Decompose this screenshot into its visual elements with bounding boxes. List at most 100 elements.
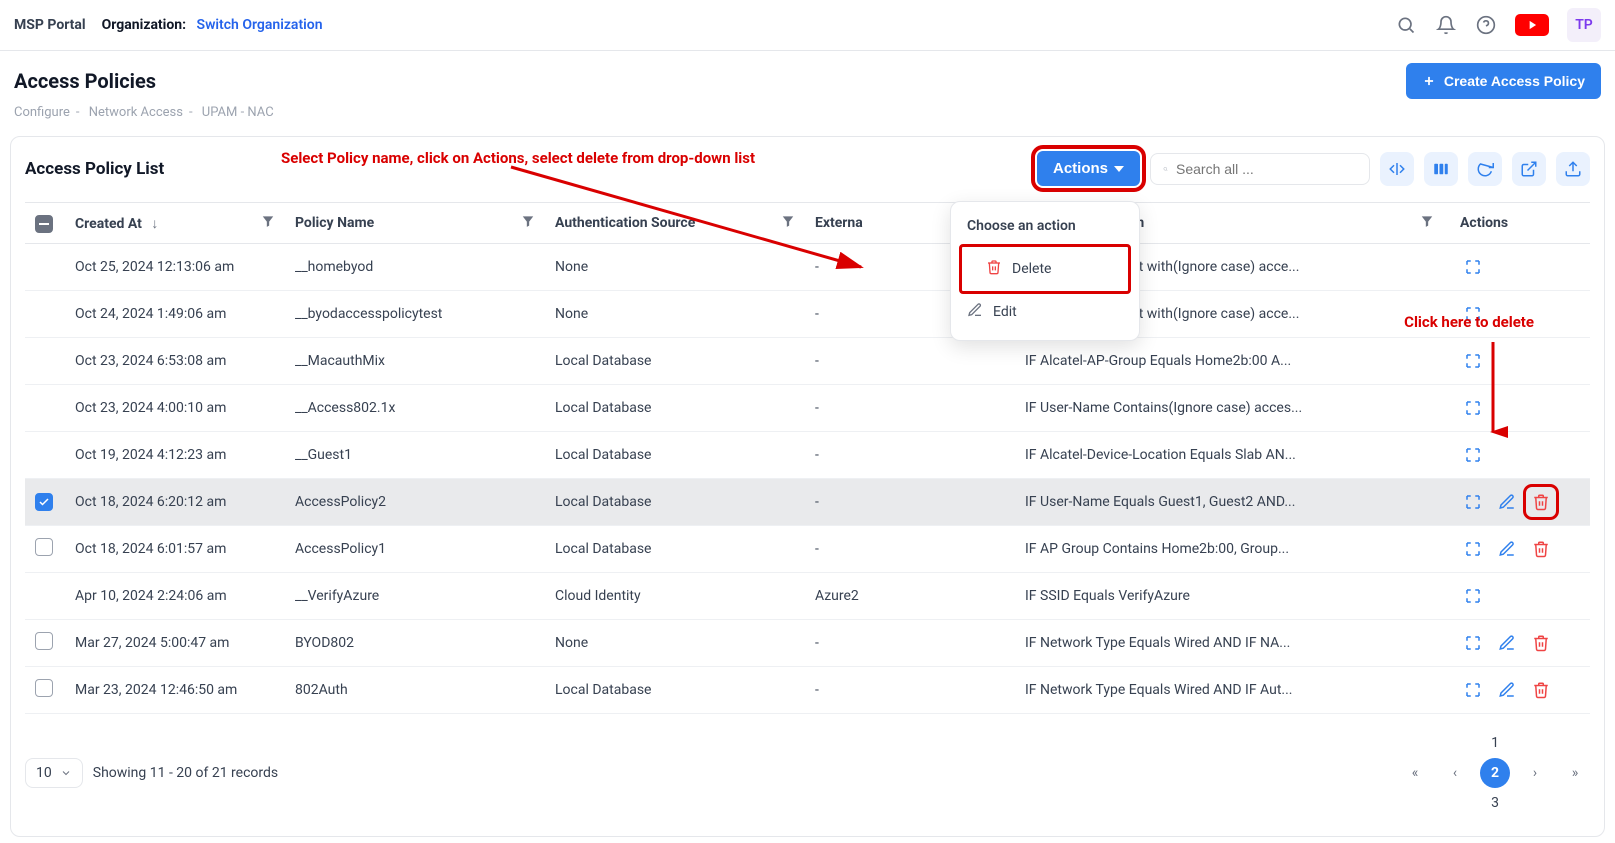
refresh-icon[interactable] <box>1468 152 1502 186</box>
page-next[interactable]: › <box>1520 758 1550 788</box>
delete-icon[interactable] <box>1528 489 1554 515</box>
table-row[interactable]: Oct 24, 2024 1:49:06 am__byodaccesspolic… <box>25 291 1590 338</box>
expand-icon[interactable] <box>1460 677 1486 703</box>
columns-icon[interactable] <box>1424 152 1458 186</box>
expand-icon[interactable] <box>1460 583 1486 609</box>
table-row[interactable]: Apr 10, 2024 2:24:06 am__VerifyAzureClou… <box>25 573 1590 620</box>
filter-icon[interactable] <box>521 214 535 232</box>
cell-external: - <box>805 620 1015 667</box>
edit-icon[interactable] <box>1494 677 1520 703</box>
policy-table: Created At ↓ Policy Name Authentication … <box>25 202 1590 714</box>
cell-created: Apr 10, 2024 2:24:06 am <box>65 573 285 620</box>
table-row[interactable]: Mar 23, 2024 12:46:50 am802AuthLocal Dat… <box>25 667 1590 714</box>
expand-icon[interactable] <box>1460 630 1486 656</box>
dropdown-delete[interactable]: Delete <box>970 251 1120 287</box>
expand-icon[interactable] <box>1460 442 1486 468</box>
avatar[interactable]: TP <box>1567 8 1601 42</box>
cell-auth-source: Local Database <box>545 385 805 432</box>
cell-mapping: IF Alcatel-Device-Location Equals Slab A… <box>1015 432 1410 479</box>
col-created[interactable]: Created At ↓ <box>65 203 285 244</box>
dropdown-edit[interactable]: Edit <box>951 294 1139 330</box>
row-checkbox[interactable] <box>35 493 53 511</box>
delete-icon[interactable] <box>1528 630 1554 656</box>
chevron-down-icon <box>60 767 72 779</box>
page-first[interactable]: « <box>1400 758 1430 788</box>
topbar-left: MSP Portal Organization: Switch Organiza… <box>14 17 323 33</box>
expand-icon[interactable] <box>1460 395 1486 421</box>
table-row[interactable]: Mar 27, 2024 5:00:47 amBYOD802None-IF Ne… <box>25 620 1590 667</box>
row-checkbox[interactable] <box>35 538 53 556</box>
row-checkbox[interactable] <box>35 632 53 650</box>
page-2[interactable]: 2 <box>1480 758 1510 788</box>
page-1[interactable]: 1 <box>1480 728 1510 758</box>
col-actions: Actions <box>1450 203 1590 244</box>
page-size-select[interactable]: 10 <box>25 758 83 788</box>
crumb-network-access[interactable]: Network Access <box>89 105 183 120</box>
cell-mapping: IF Network Type Equals Wired AND IF Aut.… <box>1015 667 1410 714</box>
switch-organization-link[interactable]: Switch Organization <box>197 17 323 33</box>
row-checkbox[interactable] <box>35 679 53 697</box>
cell-auth-source: Local Database <box>545 667 805 714</box>
delete-icon[interactable] <box>1528 677 1554 703</box>
table-row[interactable]: Oct 25, 2024 12:13:06 am__homebyodNone-I… <box>25 244 1590 291</box>
table-row[interactable]: Oct 23, 2024 6:53:08 am__MacauthMixLocal… <box>25 338 1590 385</box>
upload-icon[interactable] <box>1556 152 1590 186</box>
bell-icon[interactable] <box>1435 14 1457 36</box>
select-all-checkbox[interactable] <box>35 215 53 233</box>
cell-auth-source: Local Database <box>545 526 805 573</box>
expand-icon[interactable] <box>1460 536 1486 562</box>
actions-button[interactable]: Actions <box>1037 151 1140 186</box>
crumb-configure[interactable]: Configure <box>14 105 70 120</box>
edit-icon <box>967 302 983 322</box>
cell-auth-source: None <box>545 244 805 291</box>
edit-icon[interactable] <box>1494 489 1520 515</box>
cell-created: Oct 19, 2024 4:12:23 am <box>65 432 285 479</box>
create-access-policy-button[interactable]: Create Access Policy <box>1406 63 1601 99</box>
cell-auth-source: Local Database <box>545 479 805 526</box>
search-box[interactable] <box>1150 153 1370 185</box>
edit-icon[interactable] <box>1494 536 1520 562</box>
crumb-upam-nac[interactable]: UPAM - NAC <box>202 105 274 120</box>
edit-icon[interactable] <box>1494 630 1520 656</box>
records-label: Showing 11 - 20 of 21 records <box>93 765 278 781</box>
column-resize-icon[interactable] <box>1380 152 1414 186</box>
cell-external: - <box>805 526 1015 573</box>
cell-created: Mar 23, 2024 12:46:50 am <box>65 667 285 714</box>
row-actions <box>1460 442 1580 468</box>
cell-policy-name: BYOD802 <box>285 620 545 667</box>
table-row[interactable]: Oct 18, 2024 6:01:57 amAccessPolicy1Loca… <box>25 526 1590 573</box>
table-row[interactable]: Oct 19, 2024 4:12:23 am__Guest1Local Dat… <box>25 432 1590 479</box>
page-prev[interactable]: ‹ <box>1440 758 1470 788</box>
col-policy-label: Policy Name <box>295 215 374 231</box>
export-icon[interactable] <box>1512 152 1546 186</box>
col-policy[interactable]: Policy Name <box>285 203 545 244</box>
breadcrumb: Configure- Network Access- UPAM - NAC <box>0 105 1615 130</box>
search-icon[interactable] <box>1395 14 1417 36</box>
caret-down-icon <box>1114 166 1124 172</box>
delete-icon[interactable] <box>1528 536 1554 562</box>
expand-icon[interactable] <box>1460 489 1486 515</box>
row-actions <box>1460 630 1580 656</box>
page-3[interactable]: 3 <box>1480 788 1510 818</box>
filter-icon[interactable] <box>1420 216 1434 232</box>
cell-mapping: IF AP Group Contains Home2b:00, Group... <box>1015 526 1410 573</box>
cell-created: Oct 25, 2024 12:13:06 am <box>65 244 285 291</box>
expand-icon[interactable] <box>1460 254 1486 280</box>
cell-created: Oct 23, 2024 6:53:08 am <box>65 338 285 385</box>
cell-policy-name: __MacauthMix <box>285 338 545 385</box>
table-row[interactable]: Oct 23, 2024 4:00:10 am__Access802.1xLoc… <box>25 385 1590 432</box>
table-row[interactable]: Oct 18, 2024 6:20:12 amAccessPolicy2Loca… <box>25 479 1590 526</box>
expand-icon[interactable] <box>1460 348 1486 374</box>
filter-icon[interactable] <box>261 214 275 232</box>
dropdown-delete-label: Delete <box>1012 261 1051 277</box>
col-actions-label: Actions <box>1460 215 1508 231</box>
page-last[interactable]: » <box>1560 758 1590 788</box>
col-auth-label: Authentication Source <box>555 215 695 231</box>
cell-policy-name: __Guest1 <box>285 432 545 479</box>
filter-icon[interactable] <box>781 214 795 232</box>
youtube-icon[interactable] <box>1515 14 1549 36</box>
col-auth[interactable]: Authentication Source <box>545 203 805 244</box>
search-input[interactable] <box>1176 161 1357 177</box>
org-wrap: Organization: Switch Organization <box>102 17 323 33</box>
help-icon[interactable] <box>1475 14 1497 36</box>
